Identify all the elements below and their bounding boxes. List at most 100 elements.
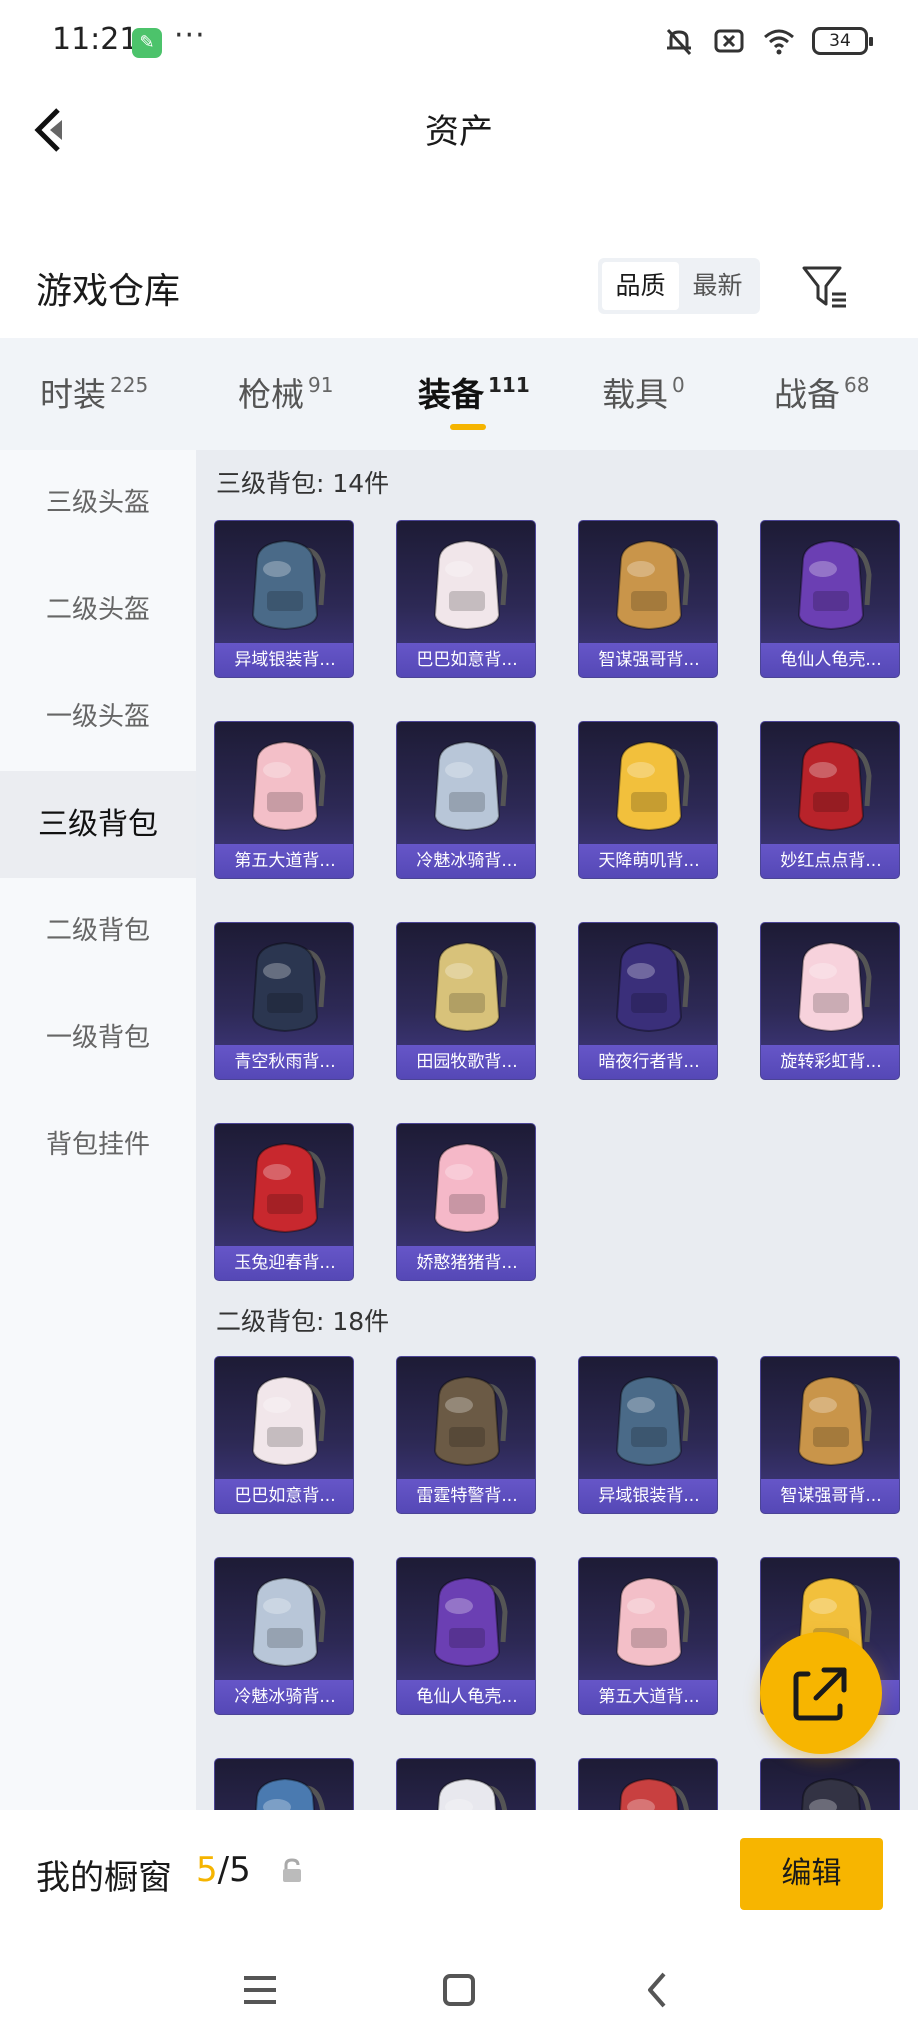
dark-backpack-icon bbox=[801, 1777, 872, 1810]
backpack-card-label: 智谋强哥背... bbox=[761, 1479, 899, 1513]
ice-knight-backpack-icon bbox=[251, 1576, 326, 1668]
backpack-card[interactable]: 冷魅冰骑背... bbox=[396, 721, 536, 879]
backpack-card[interactable] bbox=[578, 1758, 718, 1810]
system-nav-bar bbox=[0, 1940, 918, 2040]
backpack-card[interactable] bbox=[214, 1758, 354, 1810]
backpack-card[interactable]: 智谋强哥背... bbox=[760, 1356, 900, 1514]
turtle-shell-backpack-icon bbox=[797, 539, 872, 631]
showcase-bar: 我的橱窗 5/5 编辑 bbox=[0, 1810, 918, 1940]
backpack-card[interactable]: 异域银装背... bbox=[578, 1356, 718, 1514]
tab-equipment[interactable]: 装备 111 bbox=[418, 368, 530, 428]
backpack-card-label: 冷魅冰骑背... bbox=[215, 1680, 353, 1714]
backpack-card[interactable]: 玉兔迎春背... bbox=[214, 1123, 354, 1281]
backpack-card-label: 冷魅冰骑背... bbox=[397, 844, 535, 878]
ladybug-backpack-icon bbox=[797, 740, 872, 832]
backpack-card[interactable] bbox=[396, 1758, 536, 1810]
red-strap-backpack-icon bbox=[619, 1777, 690, 1810]
tab-fashion[interactable]: 时装 225 bbox=[40, 368, 148, 428]
backpack-card[interactable]: 龟仙人龟壳... bbox=[760, 520, 900, 678]
edit-button[interactable]: 编辑 bbox=[740, 1838, 883, 1910]
backpack-card-label: 巴巴如意背... bbox=[397, 643, 535, 677]
pink-quilted-backpack-icon bbox=[615, 1576, 690, 1668]
showcase-count: 5/5 bbox=[196, 1850, 251, 1890]
nav-back-icon[interactable] bbox=[630, 1962, 686, 2018]
backpack-card[interactable]: 雷霆特警背... bbox=[396, 1356, 536, 1514]
backpack-card[interactable]: 巴巴如意背... bbox=[396, 520, 536, 678]
backpack-card-label: 智谋强哥背... bbox=[579, 643, 717, 677]
sidebar-item-level3-helmet[interactable]: 三级头盔 bbox=[0, 450, 196, 557]
warehouse-title: 游戏仓库 bbox=[36, 271, 181, 312]
sidebar-item-level2-helmet[interactable]: 二级头盔 bbox=[0, 557, 196, 664]
backpack-card-label: 异域银装背... bbox=[579, 1479, 717, 1513]
backpack-card[interactable]: 第五大道背... bbox=[214, 721, 354, 879]
page-title: 资产 bbox=[425, 112, 493, 152]
backpack-card[interactable]: 娇憨猪猪背... bbox=[396, 1123, 536, 1281]
backpack-card-label: 第五大道背... bbox=[215, 844, 353, 878]
backpack-card[interactable]: 巴巴如意背... bbox=[214, 1356, 354, 1514]
tab-count: 68 bbox=[844, 373, 870, 397]
backpack-card[interactable] bbox=[760, 1758, 900, 1810]
backpack-card[interactable]: 龟仙人龟壳... bbox=[396, 1557, 536, 1715]
dark-ornate-backpack-icon bbox=[251, 941, 326, 1033]
sidebar: 三级头盔 二级头盔 一级头盔 三级背包 二级背包 一级背包 背包挂件 bbox=[0, 450, 196, 1810]
tab-count: 111 bbox=[488, 373, 530, 397]
status-bar: 11:21 ✎ ··· 34 bbox=[0, 0, 918, 84]
item-grid-panel[interactable]: 三级背包: 14件 二级背包: 18件 异域银装背... 巴巴如意背... 智谋强哥… bbox=[196, 450, 918, 1810]
sort-toggle: 品质 最新 bbox=[598, 258, 760, 314]
white-bunny-backpack-icon bbox=[433, 539, 508, 631]
filter-icon[interactable] bbox=[800, 262, 850, 312]
sort-by-quality[interactable]: 品质 bbox=[602, 262, 679, 310]
share-button[interactable] bbox=[760, 1632, 882, 1754]
tab-label: 战备 bbox=[774, 375, 840, 414]
backpack-card-label: 龟仙人龟壳... bbox=[761, 643, 899, 677]
silver-tech-backpack-icon bbox=[615, 1375, 690, 1467]
mute-bell-icon bbox=[666, 28, 692, 56]
red-rabbit-backpack-icon bbox=[251, 1142, 326, 1234]
menu-icon[interactable] bbox=[232, 1962, 288, 2018]
pink-quilted-backpack-icon bbox=[251, 740, 326, 832]
backpack-card[interactable]: 天降萌叽背... bbox=[578, 721, 718, 879]
sidebar-item-level1-backpack[interactable]: 一级背包 bbox=[0, 985, 196, 1092]
status-icons: 34 bbox=[662, 24, 873, 58]
backpack-card-label: 妙红点点背... bbox=[761, 844, 899, 878]
sidebar-item-backpack-pendant[interactable]: 背包挂件 bbox=[0, 1092, 196, 1199]
tab-count: 0 bbox=[672, 373, 685, 397]
status-time: 11:21 bbox=[52, 22, 139, 57]
tab-vehicles[interactable]: 载具 0 bbox=[602, 368, 685, 428]
yellow-backpack-icon bbox=[615, 740, 690, 832]
backpack-card[interactable]: 冷魅冰骑背... bbox=[214, 1557, 354, 1715]
backpack-card-label: 雷霆特警背... bbox=[397, 1479, 535, 1513]
backpack-card[interactable]: 异域银装背... bbox=[214, 520, 354, 678]
neon-face-backpack-icon bbox=[615, 941, 690, 1033]
backpack-card-label: 龟仙人龟壳... bbox=[397, 1680, 535, 1714]
backpack-card[interactable]: 智谋强哥背... bbox=[578, 520, 718, 678]
pink-pig-backpack-icon bbox=[433, 1142, 508, 1234]
ice-knight-backpack-icon bbox=[433, 740, 508, 832]
showcase-count-current: 5 bbox=[196, 1850, 218, 1890]
sidebar-item-level2-backpack[interactable]: 二级背包 bbox=[0, 878, 196, 985]
backpack-card[interactable]: 第五大道背... bbox=[578, 1557, 718, 1715]
hamster-backpack-icon bbox=[615, 539, 690, 631]
tab-combat-gear[interactable]: 战备 68 bbox=[774, 368, 869, 428]
backpack-card-label: 天降萌叽背... bbox=[579, 844, 717, 878]
active-tab-indicator bbox=[450, 424, 486, 430]
sidebar-item-level3-backpack[interactable]: 三级背包 bbox=[0, 771, 196, 878]
wifi-icon bbox=[764, 29, 794, 55]
backpack-card[interactable]: 田园牧歌背... bbox=[396, 922, 536, 1080]
battery-icon: 34 bbox=[812, 27, 873, 55]
backpack-card[interactable]: 妙红点点背... bbox=[760, 721, 900, 879]
backpack-card-label: 暗夜行者背... bbox=[579, 1045, 717, 1079]
tab-label: 装备 bbox=[418, 375, 484, 414]
backpack-card[interactable]: 青空秋雨背... bbox=[214, 922, 354, 1080]
backpack-card-label: 异域银装背... bbox=[215, 643, 353, 677]
home-icon[interactable] bbox=[431, 1962, 487, 2018]
sort-by-newest[interactable]: 最新 bbox=[679, 262, 756, 310]
backpack-card[interactable]: 暗夜行者背... bbox=[578, 922, 718, 1080]
sidebar-item-level1-helmet[interactable]: 一级头盔 bbox=[0, 664, 196, 771]
backpack-card-label: 旋转彩虹背... bbox=[761, 1045, 899, 1079]
tab-weapons[interactable]: 枪械 91 bbox=[238, 368, 333, 428]
section-title-level3: 三级背包: 14件 bbox=[216, 469, 390, 498]
tab-label: 枪械 bbox=[238, 375, 304, 414]
assets-page: 11:21 ✎ ··· 34 资产 游戏仓库 品质 最新 时装 225 枪械 9… bbox=[0, 0, 918, 2040]
backpack-card[interactable]: 旋转彩虹背... bbox=[760, 922, 900, 1080]
